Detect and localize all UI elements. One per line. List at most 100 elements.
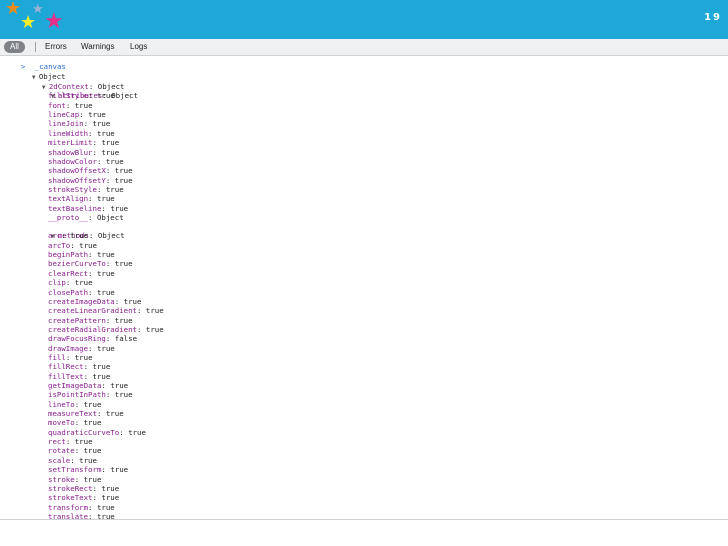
property-value: true: [96, 194, 115, 204]
property-value: true: [79, 455, 97, 465]
console-command-line: > _canvas: [3, 55, 66, 71]
property-key: fillText: [48, 371, 84, 381]
property-value: true: [92, 119, 111, 129]
console-output[interactable]: > _canvas ▼ Object ▼ 2dContext: Object ▼ at…: [0, 55, 728, 519]
attributes-value: Object: [111, 91, 138, 101]
list-item: arc: true: [48, 231, 89, 241]
list-item: moveTo: true: [48, 418, 102, 428]
console-filter-toolbar: All Errors Warnings Logs: [0, 39, 728, 56]
list-item: transform: true: [48, 502, 115, 512]
list-item: textAlign: true: [48, 194, 115, 204]
property-value: true: [123, 296, 142, 306]
property-value: true: [83, 474, 102, 484]
list-item: strokeRect: true: [48, 483, 120, 493]
list-item: shadowOffsetY: true: [48, 175, 133, 185]
property-key: scale: [48, 455, 71, 465]
property-value: true: [92, 362, 111, 372]
property-key: textBaseline: [48, 203, 102, 213]
property-key: rotate: [48, 446, 75, 456]
property-key: arc: [48, 231, 62, 241]
tree-context-node[interactable]: ▼ 2dContext: Object: [24, 73, 125, 91]
property-key: setTransform: [48, 465, 102, 475]
slide-number: 19: [704, 12, 722, 23]
list-item: font: true: [48, 100, 93, 110]
list-item: fillRect: true: [48, 362, 111, 372]
property-key: closePath: [48, 287, 89, 297]
property-key: lineWidth: [48, 128, 89, 138]
tab-errors[interactable]: Errors: [45, 41, 67, 53]
property-value: true: [145, 306, 164, 316]
list-item: bezierCurveTo: true: [48, 259, 133, 269]
property-value: true: [101, 138, 120, 148]
property-value: true: [114, 175, 133, 185]
property-value: true: [96, 511, 115, 519]
property-value: true: [110, 381, 129, 390]
tree-root-node[interactable]: ▼ Object: [14, 63, 66, 81]
property-value: true: [74, 278, 93, 288]
property-key: quadraticCurveTo: [48, 427, 120, 437]
property-key: drawFocusRing: [48, 334, 106, 344]
list-item: clearRect: true: [48, 268, 115, 278]
property-key: strokeText: [48, 493, 93, 503]
property-key: shadowColor: [48, 156, 97, 166]
property-value: true: [96, 250, 115, 260]
tree-methods-node[interactable]: ▼ methods: Object: [33, 222, 125, 240]
property-key: shadowOffsetX: [48, 166, 106, 176]
list-item: closePath: true: [48, 287, 115, 297]
list-item: __proto__: Object: [48, 212, 124, 222]
list-item: createRadialGradient: true: [48, 324, 164, 334]
list-item: fillStyle: true: [48, 91, 115, 101]
property-key: strokeStyle: [48, 184, 97, 194]
list-item: textBaseline: true: [48, 203, 129, 213]
property-value: true: [114, 166, 133, 176]
property-value: true: [74, 437, 93, 447]
property-key: moveTo: [48, 418, 75, 428]
property-key: transform: [48, 502, 89, 512]
property-value: true: [70, 231, 89, 241]
property-key: lineCap: [48, 110, 80, 120]
list-item: beginPath: true: [48, 250, 115, 260]
list-item: setTransform: true: [48, 465, 129, 475]
property-key: strokeRect: [48, 483, 93, 493]
tree-attributes-node[interactable]: ▼ attributes: Object: [33, 82, 138, 100]
property-key: shadowOffsetY: [48, 175, 106, 185]
list-item: measureText: true: [48, 409, 124, 419]
property-key: lineJoin: [48, 119, 84, 129]
list-item: strokeStyle: true: [48, 184, 124, 194]
list-item: shadowBlur: true: [48, 147, 120, 157]
property-value: true: [96, 287, 115, 297]
tab-warnings[interactable]: Warnings: [81, 41, 115, 53]
property-key: fillStyle: [48, 91, 89, 101]
property-value: true: [105, 184, 124, 194]
property-value: false: [114, 334, 138, 344]
property-value: true: [88, 110, 106, 120]
list-item: lineJoin: true: [48, 119, 111, 129]
property-value: true: [105, 409, 124, 419]
property-value: true: [96, 91, 115, 101]
property-value: true: [101, 483, 120, 493]
list-item: stroke: true: [48, 474, 102, 484]
property-key: isPointInPath: [48, 390, 106, 400]
list-item: fillText: true: [48, 371, 111, 381]
property-value: true: [114, 390, 133, 400]
property-key: translate: [48, 511, 89, 519]
property-value: true: [105, 156, 124, 166]
tab-all[interactable]: All: [4, 41, 25, 53]
list-item: rotate: true: [48, 446, 102, 456]
property-value: true: [74, 100, 93, 110]
property-value: true: [83, 399, 102, 409]
slide-header-bar: ★ ★ ★ ★ 19: [0, 0, 728, 39]
console-bottom-divider: [0, 519, 728, 520]
property-value: true: [83, 446, 102, 456]
list-item: lineCap: true: [48, 110, 106, 120]
property-key: createImageData: [48, 296, 115, 306]
property-key: arcTo: [48, 240, 71, 250]
property-key: lineTo: [48, 399, 75, 409]
list-item: lineWidth: true: [48, 128, 115, 138]
property-value: true: [83, 418, 102, 428]
property-value: true: [110, 203, 129, 213]
property-value: true: [96, 128, 115, 138]
tab-logs[interactable]: Logs: [130, 41, 147, 53]
property-key: clip: [48, 278, 66, 288]
property-key: measureText: [48, 409, 97, 419]
